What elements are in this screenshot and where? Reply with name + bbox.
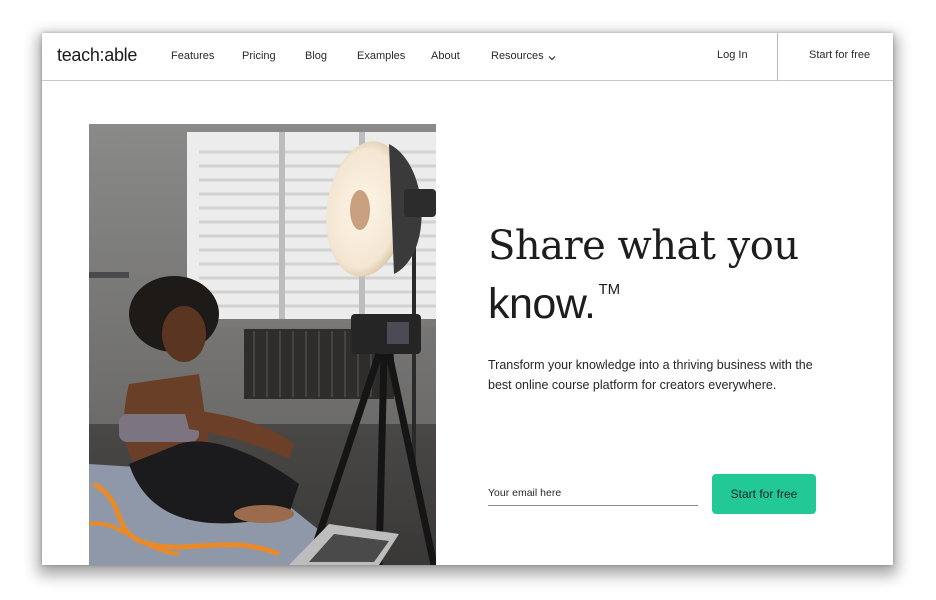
- trademark-symbol: TM: [598, 281, 621, 298]
- hero-photo-illustration: [89, 124, 436, 565]
- hero-title-line-1: Share what you: [488, 223, 799, 269]
- top-navigation: teach:able Features Pricing Blog Example…: [42, 33, 893, 81]
- start-for-free-button[interactable]: Start for free: [712, 474, 816, 514]
- login-link[interactable]: Log In: [717, 49, 748, 61]
- hero-title-word: know.: [488, 280, 596, 328]
- hero-image: [89, 124, 436, 565]
- nav-link-blog[interactable]: Blog: [305, 50, 327, 62]
- nav-link-resources[interactable]: Resources: [491, 50, 544, 62]
- hero-title-line-2: know. TM: [488, 280, 620, 329]
- nav-start-for-free-button[interactable]: Start for free: [809, 49, 870, 61]
- nav-link-features[interactable]: Features: [171, 50, 214, 62]
- nav-divider: [777, 33, 778, 81]
- hero-subtitle: Transform your knowledge into a thriving…: [488, 358, 813, 392]
- email-input[interactable]: [488, 480, 698, 506]
- chevron-down-icon[interactable]: [547, 50, 557, 61]
- browser-page: teach:able Features Pricing Blog Example…: [42, 33, 893, 565]
- teachable-logo[interactable]: teach:able: [57, 45, 137, 66]
- nav-link-examples[interactable]: Examples: [357, 50, 405, 62]
- nav-link-about[interactable]: About: [431, 50, 460, 62]
- nav-link-pricing[interactable]: Pricing: [242, 50, 276, 62]
